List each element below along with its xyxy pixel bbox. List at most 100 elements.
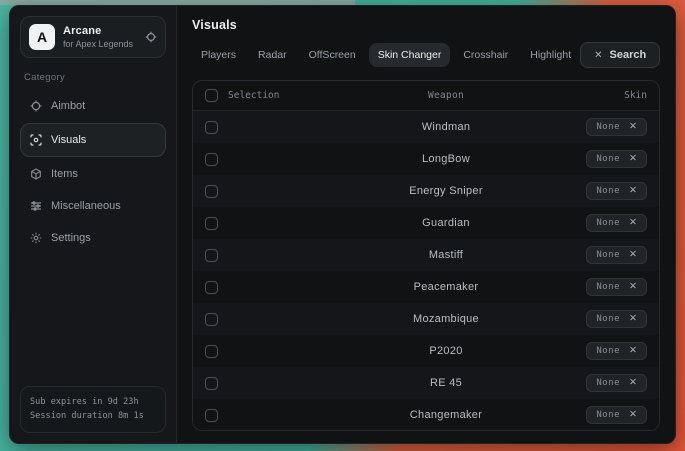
weapon-name: RE 45 xyxy=(355,377,537,389)
table-row: GuardianNone✕ xyxy=(193,207,659,239)
skin-select-chip[interactable]: None ✕ xyxy=(586,278,647,296)
row-checkbox[interactable] xyxy=(205,121,218,134)
table-row: Changemaker None ✕ xyxy=(193,399,659,431)
skin-select-chip[interactable]: None ✕ xyxy=(586,374,647,392)
sidebar-item-miscellaneous[interactable]: Miscellaneous xyxy=(20,191,166,221)
table-row: RE 45 None ✕ xyxy=(193,367,659,399)
sidebar-item-items[interactable]: Items xyxy=(20,159,166,189)
remove-skin-icon[interactable]: ✕ xyxy=(629,154,637,164)
table-row: LongBowNone✕ xyxy=(193,143,659,175)
session-duration-text: Session duration 8m 1s xyxy=(30,409,156,424)
skin-value: None xyxy=(596,282,620,292)
remove-skin-icon[interactable]: ✕ xyxy=(629,186,637,196)
sidebar-item-label: Aimbot xyxy=(51,100,85,112)
sidebar-nav: Aimbot Visuals Items Miscellaneous Settings xyxy=(20,91,166,253)
weapon-name: Mozambique xyxy=(355,313,537,325)
skin-select-chip[interactable]: None ✕ xyxy=(586,406,647,424)
remove-skin-icon[interactable]: ✕ xyxy=(629,122,637,132)
skin-value: None xyxy=(596,218,620,228)
category-label: Category xyxy=(24,72,162,83)
weapons-table: Selection Weapon Skin WindmanNone✕LongBo… xyxy=(192,80,660,431)
remove-skin-icon[interactable]: ✕ xyxy=(629,378,637,388)
skin-value: None xyxy=(596,122,620,132)
page-title: Visuals xyxy=(192,18,660,32)
remove-skin-icon[interactable]: ✕ xyxy=(629,346,637,356)
tabs-row: PlayersRadarOffScreenSkin ChangerCrossha… xyxy=(192,42,660,68)
weapon-name: Mastiff xyxy=(355,249,537,261)
row-checkbox[interactable] xyxy=(205,345,218,358)
sidebar-item-visuals[interactable]: Visuals xyxy=(20,123,166,157)
skin-select-chip[interactable]: None ✕ xyxy=(586,310,647,328)
gear-icon xyxy=(30,232,42,244)
table-header: Selection Weapon Skin xyxy=(193,81,659,111)
main-panel: Visuals PlayersRadarOffScreenSkin Change… xyxy=(177,6,675,443)
weapon-name: Windman xyxy=(355,121,537,133)
sidebar-spacer xyxy=(20,253,166,386)
crosshair-icon xyxy=(30,100,42,112)
remove-skin-icon[interactable]: ✕ xyxy=(629,314,637,324)
skin-select-chip[interactable]: None ✕ xyxy=(586,118,647,136)
close-icon: ✕ xyxy=(594,50,602,61)
skin-value: None xyxy=(596,186,620,196)
sidebar-item-label: Visuals xyxy=(51,134,86,146)
table-body: WindmanNone✕LongBowNone✕Energy SniperNon… xyxy=(193,111,659,431)
column-weapon: Weapon xyxy=(355,90,537,101)
skin-select-chip[interactable]: None ✕ xyxy=(586,246,647,264)
weapon-name: Energy Sniper xyxy=(355,185,537,197)
row-checkbox[interactable] xyxy=(205,153,218,166)
scan-eye-icon xyxy=(30,134,42,146)
skin-value: None xyxy=(596,314,620,324)
remove-skin-icon[interactable]: ✕ xyxy=(629,218,637,228)
skin-value: None xyxy=(596,378,620,388)
remove-skin-icon[interactable]: ✕ xyxy=(629,250,637,260)
skin-select-chip[interactable]: None ✕ xyxy=(586,214,647,232)
skin-select-chip[interactable]: None ✕ xyxy=(586,182,647,200)
row-checkbox[interactable] xyxy=(205,185,218,198)
skin-value: None xyxy=(596,346,620,356)
brand-subtitle: for Apex Legends xyxy=(63,39,137,49)
column-skin: Skin xyxy=(624,90,647,101)
sub-expires-text: Sub expires in 9d 23h xyxy=(30,395,156,410)
tabs: PlayersRadarOffScreenSkin ChangerCrossha… xyxy=(192,43,580,67)
tab-skin-changer[interactable]: Skin Changer xyxy=(369,43,451,67)
sidebar: A Arcane for Apex Legends Category Aimbo… xyxy=(10,6,177,443)
table-row: P2020 None ✕ xyxy=(193,335,659,367)
weapon-name: Changemaker xyxy=(355,409,537,421)
tab-radar[interactable]: Radar xyxy=(249,43,296,67)
target-icon[interactable] xyxy=(145,31,157,43)
brand-card: A Arcane for Apex Legends xyxy=(20,16,166,58)
skin-select-chip[interactable]: None ✕ xyxy=(586,342,647,360)
sidebar-item-settings[interactable]: Settings xyxy=(20,223,166,253)
weapon-name: Peacemaker xyxy=(355,281,537,293)
remove-skin-icon[interactable]: ✕ xyxy=(629,410,637,420)
tab-offscreen[interactable]: OffScreen xyxy=(300,43,365,67)
remove-skin-icon[interactable]: ✕ xyxy=(629,282,637,292)
table-row: Energy Sniper None ✕ xyxy=(193,175,659,207)
row-checkbox[interactable] xyxy=(205,377,218,390)
search-button-label: Search xyxy=(610,49,647,61)
row-checkbox[interactable] xyxy=(205,281,218,294)
row-checkbox[interactable] xyxy=(205,249,218,262)
app-window: A Arcane for Apex Legends Category Aimbo… xyxy=(9,5,676,444)
row-checkbox[interactable] xyxy=(205,313,218,326)
column-skin-wrap: Skin xyxy=(537,90,647,101)
row-checkbox[interactable] xyxy=(205,409,218,422)
sidebar-item-aimbot[interactable]: Aimbot xyxy=(20,91,166,121)
search-button[interactable]: ✕ Search xyxy=(580,42,660,68)
sidebar-item-label: Settings xyxy=(51,232,91,244)
table-row: Mastiff None ✕ xyxy=(193,239,659,271)
tab-players[interactable]: Players xyxy=(192,43,245,67)
session-info-card: Sub expires in 9d 23h Session duration 8… xyxy=(20,386,166,433)
skin-value: None xyxy=(596,250,620,260)
tab-highlight[interactable]: Highlight xyxy=(521,43,580,67)
select-all-checkbox[interactable] xyxy=(205,89,218,102)
row-checkbox[interactable] xyxy=(205,217,218,230)
weapon-name: P2020 xyxy=(355,345,537,357)
skin-select-chip[interactable]: None✕ xyxy=(586,150,647,168)
sidebar-item-label: Miscellaneous xyxy=(51,200,121,212)
table-row: Peacemaker None ✕ xyxy=(193,271,659,303)
tab-crosshair[interactable]: Crosshair xyxy=(454,43,517,67)
sidebar-item-label: Items xyxy=(51,168,78,180)
sliders-icon xyxy=(30,200,42,212)
skin-value: None xyxy=(596,410,620,420)
